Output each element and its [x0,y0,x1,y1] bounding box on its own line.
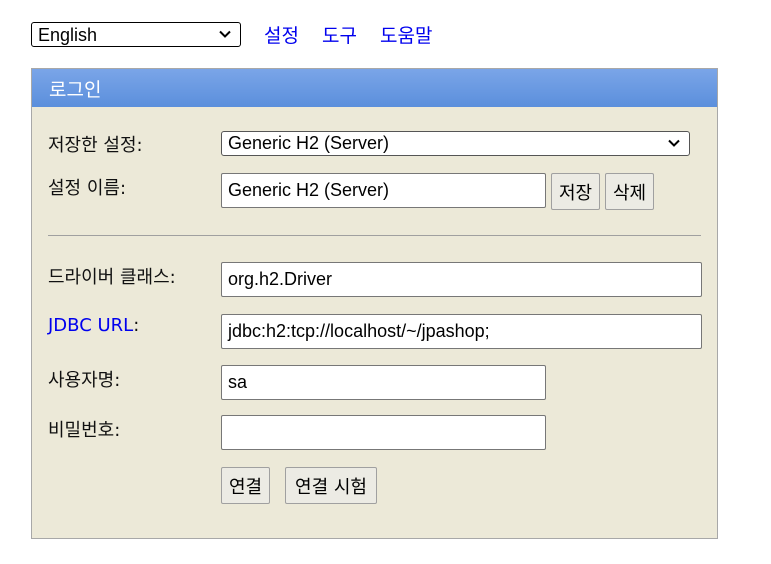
password-input[interactable] [221,415,546,450]
saved-settings-select-value: Generic H2 (Server) [228,133,390,153]
jdbc-url-link[interactable]: JDBC URL [48,315,133,336]
language-select[interactable]: English [31,22,241,47]
tools-link[interactable]: 도구 [322,21,357,48]
chevron-down-icon [668,139,680,147]
username-input[interactable]: sa [221,365,546,400]
language-select-value: English [38,24,98,45]
login-panel-header: 로그인 [32,69,717,107]
divider [48,235,701,236]
connect-button[interactable]: 연결 [221,467,270,504]
jdbc-url-colon: : [133,315,140,336]
login-panel: 로그인 저장한 설정: Generic H2 (Server) 설정 이름: G… [31,68,718,539]
jdbc-url-input[interactable]: jdbc:h2:tcp://localhost/~/jpashop; [221,314,702,349]
setting-name-label: 설정 이름: [48,178,127,199]
h2-console-login-page: English 설정 도구 도움말 로그인 저장한 설정: Generic H2… [0,0,771,564]
setting-name-input[interactable]: Generic H2 (Server) [221,173,546,208]
test-connection-button[interactable]: 연결 시험 [285,467,377,504]
settings-link[interactable]: 설정 [264,21,299,48]
help-link[interactable]: 도움말 [380,21,432,48]
saved-settings-label: 저장한 설정: [48,135,143,156]
chevron-down-icon [219,30,231,38]
save-button[interactable]: 저장 [551,173,600,210]
driver-class-label: 드라이버 클래스: [48,267,176,288]
jdbc-url-label[interactable]: JDBC URL: [48,315,139,336]
username-label: 사용자명: [48,370,121,391]
login-panel-title: 로그인 [49,78,102,101]
driver-class-input[interactable]: org.h2.Driver [221,262,702,297]
delete-button[interactable]: 삭제 [605,173,654,210]
password-label: 비밀번호: [48,420,121,441]
saved-settings-select[interactable]: Generic H2 (Server) [221,131,690,156]
